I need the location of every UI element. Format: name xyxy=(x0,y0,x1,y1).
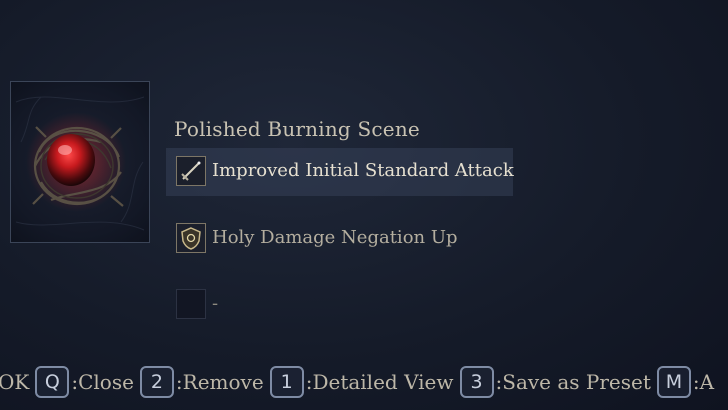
relic-portrait xyxy=(10,81,150,243)
detail-hint-label: :Detailed View xyxy=(305,370,454,394)
remove-key[interactable]: 2 xyxy=(139,366,174,398)
empty-slot-icon xyxy=(176,289,206,319)
effect-label: Holy Damage Negation Up xyxy=(212,227,458,248)
preset-hint-label: :Save as Preset xyxy=(495,370,651,394)
effect-row-2[interactable]: Holy Damage Negation Up xyxy=(166,215,513,263)
more-hint-label: :A xyxy=(692,370,715,394)
effect-label: - xyxy=(212,293,219,314)
ok-hint-label: OK xyxy=(0,370,30,394)
detail-key[interactable]: 1 xyxy=(269,366,304,398)
preset-key[interactable]: 3 xyxy=(459,366,494,398)
close-hint-label: :Close xyxy=(71,370,134,394)
relic-name: Polished Burning Scene xyxy=(174,117,420,141)
effect-row-3[interactable]: - xyxy=(166,281,513,329)
sword-icon xyxy=(176,156,206,186)
shield-icon xyxy=(176,223,206,253)
effect-row-1[interactable]: Improved Initial Standard Attack xyxy=(166,148,514,196)
effect-label: Improved Initial Standard Attack xyxy=(212,160,514,181)
close-key[interactable]: Q xyxy=(35,366,70,398)
more-key[interactable]: M xyxy=(656,366,691,398)
burning-scene-relic-icon xyxy=(15,96,145,231)
remove-hint-label: :Remove xyxy=(175,370,264,394)
control-hints-bar: OK Q :Close 2 :Remove 1 :Detailed View 3… xyxy=(0,360,728,400)
